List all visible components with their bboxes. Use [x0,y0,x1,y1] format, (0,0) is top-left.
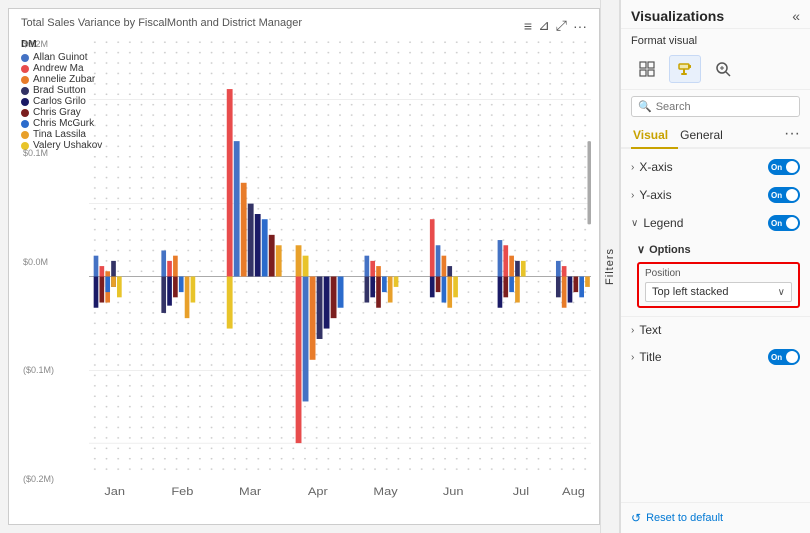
title-section[interactable]: › Title On [621,343,810,371]
panel-sections: › X-axis On › Y-axis On ∨ Legend [621,149,810,502]
handle-icon: ≡ [524,18,532,34]
svg-text:Apr: Apr [308,485,328,498]
right-panel: Visualizations « Format visual [620,0,810,533]
options-subsection: ∨ Options Position Top left stacked ∨ [621,237,810,316]
y-axis-label: › Y-axis [631,188,672,202]
position-dropdown[interactable]: Top left stacked ∨ [645,282,792,302]
legend-toggle[interactable]: On [768,215,800,231]
position-box: Position Top left stacked ∨ [637,262,800,308]
title-toggle[interactable]: On [768,349,800,365]
x-axis-toggle-knob [786,161,798,173]
x-axis-toggle[interactable]: On [768,159,800,175]
analytics-format-icon[interactable] [707,55,739,83]
y-axis-label: $0.1M [23,148,54,158]
y-axis-section[interactable]: › Y-axis On [621,181,810,209]
legend-section[interactable]: ∨ Legend On [621,209,810,237]
more-icon[interactable]: ··· [573,18,587,34]
title-section-label: › Title [631,350,662,364]
tab-row: Visual General ··· [621,123,810,149]
y-axis-label: ($0.1M) [23,365,54,375]
paint-format-icon[interactable] [669,55,701,83]
x-axis-section[interactable]: › X-axis On [621,153,810,181]
title-toggle-knob [786,351,798,363]
expand-icon[interactable]: ⤢ [556,17,567,34]
x-axis-chevron: › [631,162,634,173]
y-axis-label: $0.0M [23,257,54,267]
svg-text:May: May [373,485,398,498]
panel-header: Visualizations « [621,0,810,29]
table-format-icon[interactable] [631,55,663,83]
text-section[interactable]: › Text [621,316,810,343]
position-dropdown-chevron: ∨ [778,287,785,298]
filter-icon[interactable]: ⊿ [538,17,550,34]
y-axis-labels: $0.2M $0.1M $0.0M ($0.1M) ($0.2M) [23,39,54,484]
filters-tab[interactable]: Filters [600,0,620,533]
text-label: › Text [631,323,661,337]
y-axis-chevron: › [631,190,634,201]
reset-icon: ↺ [631,511,641,525]
format-visual-label: Format visual [621,29,810,51]
legend-toggle-knob [786,217,798,229]
chart-area: ≡ ⊿ ⤢ ··· Total Sales Variance by Fiscal… [8,8,600,525]
reset-label: Reset to default [646,512,723,524]
y-axis-label: $0.2M [23,39,54,49]
filters-label: Filters [604,248,616,285]
legend-chevron: ∨ [631,218,638,229]
chart-svg-container: Jan Feb Mar Apr May Jun Jul Aug [89,37,591,516]
svg-text:Jun: Jun [443,485,464,498]
reset-row[interactable]: ↺ Reset to default [621,502,810,533]
svg-text:Jul: Jul [513,485,529,498]
svg-text:Mar: Mar [239,485,261,498]
position-label: Position [645,268,792,279]
svg-text:Jan: Jan [104,485,125,498]
tab-general[interactable]: General [678,123,733,149]
x-axis-label: › X-axis [631,160,673,174]
collapse-panel-icon[interactable]: « [792,8,800,24]
chart-toolbar: ≡ ⊿ ⤢ ··· [516,13,595,38]
search-box[interactable]: 🔍 [631,96,800,117]
options-chevron: ∨ [637,243,645,256]
position-value: Top left stacked [652,286,728,298]
y-axis-label: ($0.2M) [23,474,54,484]
legend-label: ∨ Legend [631,216,683,230]
svg-text:Feb: Feb [171,485,193,498]
search-icon: 🔍 [638,100,652,113]
y-axis-toggle[interactable]: On [768,187,800,203]
panel-title: Visualizations [631,8,724,24]
format-icons-row [621,51,810,90]
y-axis-toggle-knob [786,189,798,201]
panel-header-icons: « [792,8,800,24]
chart-title: Total Sales Variance by FiscalMonth and … [21,17,302,29]
search-input[interactable] [656,101,793,113]
tab-more[interactable]: ··· [784,125,800,145]
title-chevron: › [631,352,634,363]
svg-text:Aug: Aug [562,485,585,498]
chart-svg: Jan Feb Mar Apr May Jun Jul Aug [89,37,591,516]
tab-visual[interactable]: Visual [631,123,678,149]
text-chevron: › [631,325,634,336]
options-label: ∨ Options [637,241,800,262]
